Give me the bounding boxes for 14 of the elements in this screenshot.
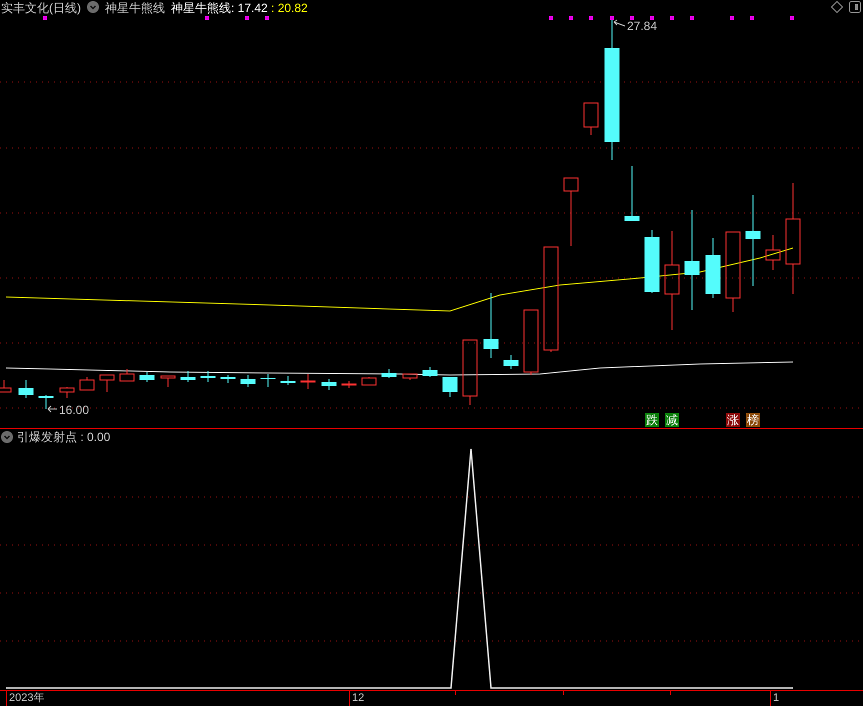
sub-chart-title: 引爆发射点 : 0.00	[17, 428, 110, 446]
signal-badge: 跌	[645, 413, 659, 427]
signal-badge: 减	[665, 413, 679, 427]
high-price-label: 27.84	[627, 19, 658, 33]
low-price-label: 16.00	[59, 403, 90, 417]
signal-badge: 涨	[726, 413, 740, 427]
signal-badge: 榜	[746, 413, 760, 427]
indicator-name: 神星牛熊线	[105, 1, 165, 15]
date-axis-label: 12	[349, 691, 364, 706]
indicator-value: : 20.82	[270, 1, 308, 15]
indicator-readout: 神星牛熊线: 17.42	[171, 1, 268, 15]
date-axis-label: 1	[770, 691, 780, 706]
chart-title: 实丰文化(日线)	[1, 1, 81, 15]
date-axis-label: 2023年	[6, 691, 44, 706]
